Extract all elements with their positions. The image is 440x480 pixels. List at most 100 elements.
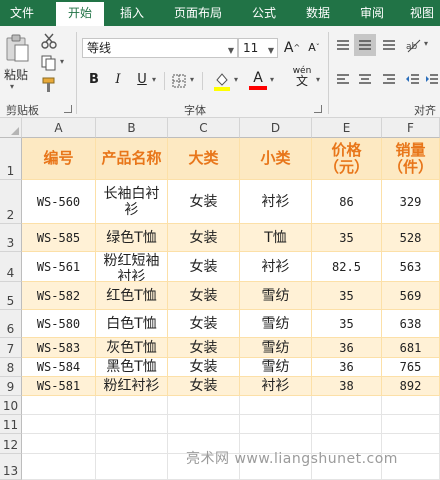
table-cell[interactable]: WS-582 — [22, 282, 96, 310]
row-header[interactable]: 11 — [0, 415, 22, 434]
table-cell[interactable]: 681 — [382, 338, 440, 358]
empty-cell[interactable] — [96, 396, 168, 415]
empty-cell[interactable] — [22, 396, 96, 415]
row-header[interactable]: 7 — [0, 338, 22, 358]
column-header-d[interactable]: D — [240, 118, 312, 138]
phonetic-button[interactable]: wén 文 — [288, 66, 316, 92]
empty-cell[interactable] — [382, 415, 440, 434]
tab-formulas[interactable]: 公式 — [242, 0, 286, 26]
empty-cell[interactable] — [240, 396, 312, 415]
align-top-icon[interactable] — [334, 36, 352, 54]
tab-home[interactable]: 开始 — [56, 2, 104, 26]
tab-insert[interactable]: 插入 — [110, 0, 154, 26]
copy-icon[interactable] — [40, 54, 58, 72]
align-middle-icon[interactable] — [354, 34, 376, 56]
font-color-dropdown-icon[interactable]: ▾ — [270, 75, 274, 84]
table-cell[interactable]: 35 — [312, 310, 382, 338]
italic-button[interactable]: I — [108, 70, 128, 90]
tab-file[interactable]: 文件 — [0, 0, 44, 26]
tab-data[interactable]: 数据 — [296, 0, 340, 26]
table-cell[interactable]: 衬衫 — [240, 377, 312, 396]
table-cell[interactable]: 灰色T恤 — [96, 338, 168, 358]
phonetic-dropdown-icon[interactable]: ▾ — [316, 75, 320, 84]
table-cell[interactable]: WS-581 — [22, 377, 96, 396]
table-cell[interactable]: 女装 — [168, 358, 240, 377]
text-orientation-icon[interactable]: ab — [404, 36, 422, 54]
grow-font-button[interactable]: A^ — [282, 38, 302, 58]
table-cell[interactable]: 红色T恤 — [96, 282, 168, 310]
font-color-button[interactable]: A — [248, 68, 268, 90]
row-header[interactable]: 1 — [0, 138, 22, 180]
header-cell-product-name[interactable]: 产品名称 — [96, 138, 168, 180]
table-cell[interactable]: 女装 — [168, 338, 240, 358]
empty-cell[interactable] — [312, 415, 382, 434]
font-launcher-icon[interactable] — [314, 105, 322, 113]
table-cell[interactable]: WS-561 — [22, 252, 96, 282]
table-cell[interactable]: 765 — [382, 358, 440, 377]
header-cell-subcategory[interactable]: 小类 — [240, 138, 312, 180]
table-cell[interactable]: 雪纺 — [240, 310, 312, 338]
font-size-dropdown[interactable]: 11 ▼ — [238, 38, 278, 58]
table-cell[interactable]: 衬衫 — [240, 252, 312, 282]
table-cell[interactable]: 女装 — [168, 310, 240, 338]
table-cell[interactable]: 长袖白衬衫 — [96, 180, 168, 224]
align-right-icon[interactable] — [380, 70, 398, 88]
font-name-dropdown[interactable]: 等线 ▼ — [82, 38, 238, 58]
paste-icon[interactable] — [4, 34, 32, 64]
underline-dropdown-icon[interactable]: ▾ — [152, 75, 156, 84]
table-cell[interactable]: 563 — [382, 252, 440, 282]
empty-cell[interactable] — [96, 454, 168, 480]
table-cell[interactable]: 白色T恤 — [96, 310, 168, 338]
row-header[interactable]: 5 — [0, 282, 22, 310]
table-cell[interactable]: WS-583 — [22, 338, 96, 358]
select-all-button[interactable] — [0, 118, 22, 138]
column-header-e[interactable]: E — [312, 118, 382, 138]
row-header[interactable]: 12 — [0, 434, 22, 454]
table-cell[interactable]: 82.5 — [312, 252, 382, 282]
borders-dropdown-icon[interactable]: ▾ — [190, 75, 194, 84]
copy-dropdown-icon[interactable]: ▾ — [60, 57, 64, 66]
empty-cell[interactable] — [22, 434, 96, 454]
empty-cell[interactable] — [22, 454, 96, 480]
borders-icon[interactable] — [170, 72, 188, 90]
table-cell[interactable]: 衬衫 — [240, 180, 312, 224]
table-cell[interactable]: 38 — [312, 377, 382, 396]
decrease-indent-icon[interactable] — [404, 70, 422, 88]
row-header[interactable]: 9 — [0, 377, 22, 396]
tab-page-layout[interactable]: 页面布局 — [166, 0, 230, 26]
shrink-font-button[interactable]: Aˇ — [304, 38, 324, 58]
column-header-c[interactable]: C — [168, 118, 240, 138]
row-header[interactable]: 2 — [0, 180, 22, 224]
paste-dropdown-icon[interactable]: ▾ — [10, 82, 14, 91]
fill-color-icon[interactable] — [212, 70, 232, 92]
table-cell[interactable]: 36 — [312, 358, 382, 377]
row-header[interactable]: 8 — [0, 358, 22, 377]
bold-button[interactable]: B — [84, 70, 104, 90]
align-left-icon[interactable] — [334, 70, 352, 88]
empty-cell[interactable] — [22, 415, 96, 434]
worksheet[interactable]: A B C D E F 1 2 3 4 5 6 7 8 9 10 11 12 1… — [0, 118, 440, 480]
column-header-a[interactable]: A — [22, 118, 96, 138]
table-cell[interactable]: WS-560 — [22, 180, 96, 224]
table-cell[interactable]: 女装 — [168, 282, 240, 310]
format-painter-icon[interactable] — [40, 76, 58, 94]
header-cell-code[interactable]: 编号 — [22, 138, 96, 180]
row-header[interactable]: 4 — [0, 252, 22, 282]
empty-cell[interactable] — [168, 415, 240, 434]
table-cell[interactable]: 粉红衬衫 — [96, 377, 168, 396]
fill-color-dropdown-icon[interactable]: ▾ — [234, 75, 238, 84]
empty-cell[interactable] — [96, 434, 168, 454]
row-header[interactable]: 10 — [0, 396, 22, 415]
empty-cell[interactable] — [382, 396, 440, 415]
table-cell[interactable]: 女装 — [168, 224, 240, 252]
increase-indent-icon[interactable] — [424, 70, 440, 88]
table-cell[interactable]: 女装 — [168, 252, 240, 282]
row-header[interactable]: 13 — [0, 454, 22, 480]
table-cell[interactable]: 雪纺 — [240, 282, 312, 310]
empty-cell[interactable] — [312, 396, 382, 415]
table-cell[interactable]: 892 — [382, 377, 440, 396]
tab-review[interactable]: 审阅 — [350, 0, 394, 26]
table-cell[interactable]: 569 — [382, 282, 440, 310]
align-bottom-icon[interactable] — [380, 36, 398, 54]
table-cell[interactable]: 粉红短袖衬衫 — [96, 252, 168, 282]
